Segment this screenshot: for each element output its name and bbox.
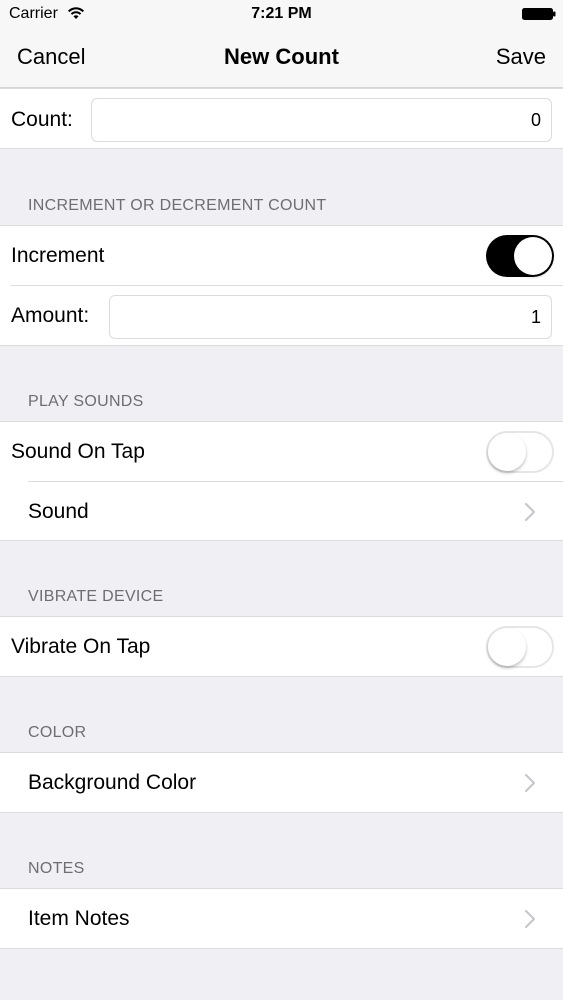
vibrate-section-header: VIBRATE DEVICE <box>28 588 164 605</box>
clock: 7:21 PM <box>251 5 312 22</box>
vibrate-on-tap-toggle[interactable] <box>486 626 554 668</box>
increment-row: Increment <box>0 226 563 286</box>
status-bar: Carrier 7:21 PM <box>0 0 563 28</box>
chevron-right-icon <box>524 502 536 522</box>
amount-row: Amount: 1 <box>0 286 563 346</box>
increment-label: Increment <box>11 244 105 267</box>
chevron-right-icon <box>524 909 536 929</box>
page-title: New Count <box>224 44 339 69</box>
background-color-label: Background Color <box>28 771 197 794</box>
toggle-knob <box>488 433 526 471</box>
sound-row[interactable]: Sound <box>0 482 563 542</box>
battery-icon <box>522 8 556 20</box>
sounds-section-header: PLAY SOUNDS <box>28 393 144 410</box>
sound-on-tap-label: Sound On Tap <box>11 440 145 463</box>
color-group: Background Color <box>0 752 563 813</box>
sound-on-tap-row: Sound On Tap <box>0 422 563 482</box>
navigation-bar: Cancel New Count Save <box>0 28 563 88</box>
save-button[interactable]: Save <box>496 44 546 70</box>
amount-label: Amount: <box>11 304 90 327</box>
item-notes-label: Item Notes <box>28 907 130 930</box>
sounds-group: Sound On Tap Sound <box>0 421 563 541</box>
increment-toggle[interactable] <box>486 235 554 277</box>
vibrate-on-tap-label: Vibrate On Tap <box>11 635 151 658</box>
toggle-knob <box>488 628 526 666</box>
background-color-row[interactable]: Background Color <box>0 753 563 813</box>
vibrate-group: Vibrate On Tap <box>0 616 563 677</box>
vibrate-on-tap-row: Vibrate On Tap <box>0 617 563 677</box>
count-label: Count: <box>11 108 73 131</box>
sound-label: Sound <box>28 500 89 523</box>
count-group: Count: 0 <box>0 88 563 149</box>
increment-section-header: INCREMENT OR DECREMENT COUNT <box>28 197 327 214</box>
notes-section-header: NOTES <box>28 860 85 877</box>
chevron-right-icon <box>524 773 536 793</box>
color-section-header: COLOR <box>28 724 87 741</box>
notes-group: Item Notes <box>0 888 563 949</box>
count-field[interactable]: 0 <box>91 98 552 142</box>
sound-on-tap-toggle[interactable] <box>486 431 554 473</box>
amount-field[interactable]: 1 <box>109 295 552 339</box>
item-notes-row[interactable]: Item Notes <box>0 889 563 949</box>
increment-group: Increment Amount: 1 <box>0 225 563 346</box>
toggle-knob <box>514 237 552 275</box>
